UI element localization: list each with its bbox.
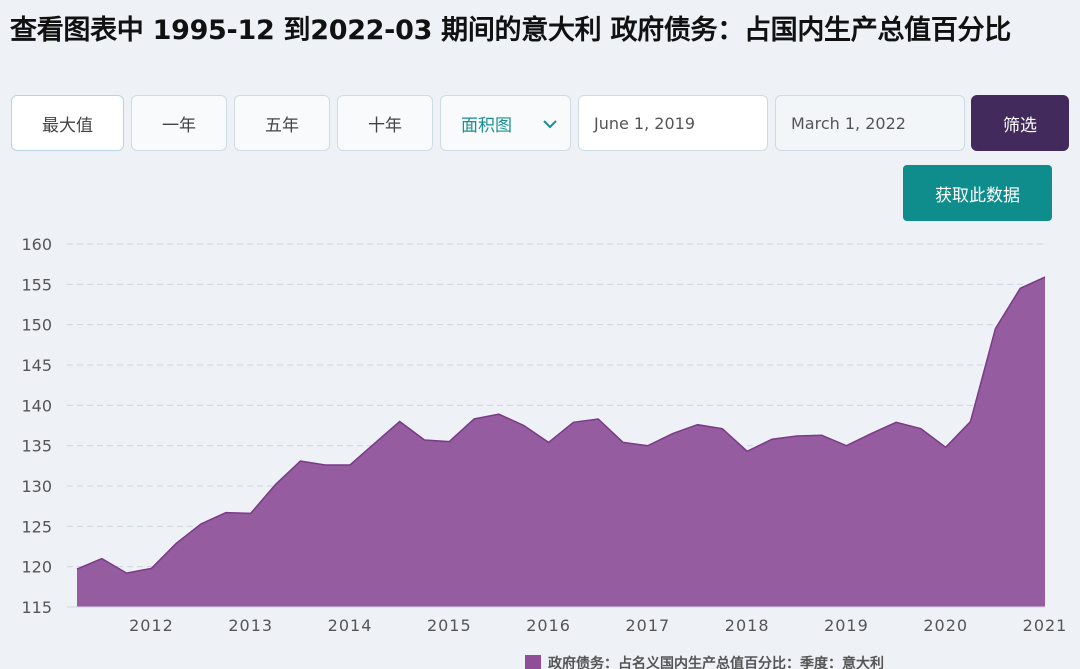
y-tick-label: 120 [21,558,52,577]
filter-button[interactable]: 筛选 [971,95,1069,151]
x-tick-label: 2015 [427,616,472,635]
page-title: 查看图表中 1995-12 到2022-03 期间的意大利 政府债务：占国内生产… [10,15,1011,46]
y-tick-label: 145 [21,356,52,375]
y-tick-label: 125 [21,517,52,536]
x-tick-label: 2019 [824,616,869,635]
x-tick-label: 2017 [626,616,671,635]
chart-type-select[interactable]: 面积图 [440,95,571,151]
chart-type-value: 面积图 [461,115,512,136]
y-tick-label: 115 [21,598,52,617]
legend-swatch [525,655,541,669]
chevron-down-icon [543,120,557,129]
area-chart: 115120125130135140145150155160 2012 2013 2… [21,235,1068,669]
x-tick-label: 2021 [1023,616,1068,635]
y-tick-label: 160 [21,235,52,254]
range-max-button[interactable]: 最大值 [11,95,124,151]
start-date-input[interactable]: June 1, 2019 [578,95,768,151]
x-tick-label: 2016 [526,616,571,635]
range-1y-button[interactable]: 一年 [131,95,227,151]
y-tick-label: 150 [21,316,52,335]
x-axis: 2012 2013 2014 2015 2016 2017 2018 2019 2020 2021 [67,606,1068,635]
get-data-button[interactable]: 获取此数据 [903,165,1052,221]
range-5y-button[interactable]: 五年 [234,95,330,151]
legend: 政府债务：占名义国内生产总值百分比：季度：意大利 [525,655,884,669]
x-tick-label: 2013 [228,616,273,635]
x-tick-label: 2020 [923,616,968,635]
x-tick-label: 2018 [725,616,770,635]
end-date-input[interactable]: March 1, 2022 [775,95,965,151]
y-axis: 115 120 125 130 135 140 145 150 155 160 [21,235,52,617]
y-tick-label: 130 [21,477,52,496]
y-tick-label: 140 [21,396,52,415]
series-area-layer [76,276,1046,607]
x-tick-label: 2012 [129,616,174,635]
controls-bar: 最大值 一年 五年 十年 面积图 June 1, 2019 March 1, 2… [0,95,1080,151]
legend-label: 政府债务：占名义国内生产总值百分比：季度：意大利 [548,655,884,669]
range-10y-button[interactable]: 十年 [337,95,433,151]
series-area [77,277,1045,607]
y-tick-label: 135 [21,437,52,456]
y-tick-label: 155 [21,275,52,294]
x-tick-label: 2014 [328,616,373,635]
